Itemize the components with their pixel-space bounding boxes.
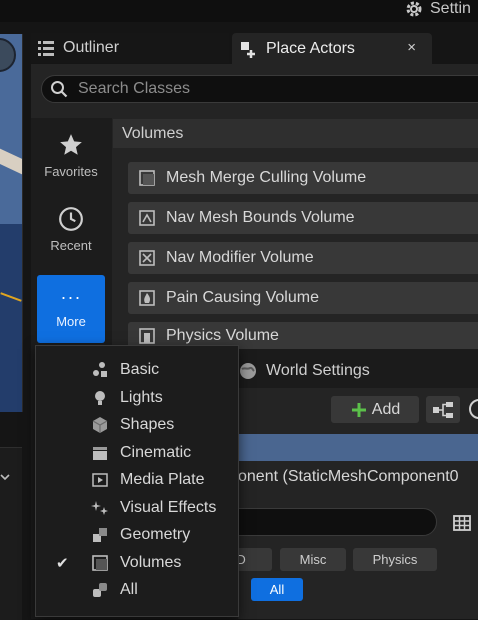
menu-item-label: Visual Effects xyxy=(120,499,217,516)
actor-mesh-merge-culling-volume[interactable]: Mesh Merge Culling Volume xyxy=(128,162,478,194)
component-name: onent (StaticMeshComponent0 xyxy=(238,468,459,485)
menu-item-label: Geometry xyxy=(120,526,191,543)
history-icon xyxy=(469,399,478,419)
tab-place-actors-label: Place Actors xyxy=(266,39,355,57)
actor-label: Pain Causing Volume xyxy=(166,289,319,306)
filter-physics-button[interactable]: Physics xyxy=(353,548,437,571)
category-more-label: More xyxy=(56,314,86,329)
category-more[interactable]: ··· More xyxy=(37,275,105,343)
menu-item-cinematic[interactable]: Cinematic xyxy=(36,440,238,466)
menu-item-visual-effects[interactable]: Visual Effects xyxy=(36,495,238,521)
tab-outliner-label: Outliner xyxy=(63,39,120,56)
filter-misc-button[interactable]: Misc xyxy=(280,548,346,571)
actor-label: Nav Modifier Volume xyxy=(166,249,314,266)
tab-place-actors[interactable]: Place Actors × xyxy=(232,33,432,64)
physics-volume-icon xyxy=(139,327,155,344)
star-icon xyxy=(60,134,82,155)
blueprint-button[interactable] xyxy=(426,396,460,423)
search-icon xyxy=(51,81,68,98)
menu-item-label: All xyxy=(120,581,138,598)
globe-icon xyxy=(240,363,256,379)
category-favorites-label: Favorites xyxy=(44,164,98,179)
menu-item-basic[interactable]: Basic xyxy=(36,357,238,383)
selected-component-row[interactable] xyxy=(238,434,478,461)
nav-mesh-icon xyxy=(139,210,155,226)
actor-nav-modifier-volume[interactable]: Nav Modifier Volume xyxy=(128,242,478,274)
menu-item-media-plate[interactable]: Media Plate xyxy=(36,467,238,493)
menu-item-geometry[interactable]: Geometry xyxy=(36,522,238,548)
viewport-mesh xyxy=(0,146,22,176)
tab-world-settings-label: World Settings xyxy=(266,362,370,379)
actor-nav-mesh-bounds-volume[interactable]: Nav Mesh Bounds Volume xyxy=(128,202,478,234)
basic-icon xyxy=(93,362,107,377)
viewport-gizmo xyxy=(0,38,16,72)
menu-item-label: Basic xyxy=(120,361,160,378)
volumes-header-label: Volumes xyxy=(122,124,184,142)
clock-icon xyxy=(59,207,83,231)
menu-item-label: Shapes xyxy=(120,416,175,433)
chevron-down-icon[interactable] xyxy=(0,472,10,482)
all-classes-icon xyxy=(93,583,107,597)
checkmark-icon: ✔ xyxy=(56,555,69,572)
add-button-label: Add xyxy=(371,400,401,418)
category-recent-label: Recent xyxy=(50,238,92,253)
table-icon xyxy=(453,515,471,531)
clapperboard-icon xyxy=(93,447,107,460)
outliner-icon xyxy=(38,41,54,56)
media-play-icon xyxy=(92,473,108,487)
menu-item-label: Cinematic xyxy=(120,444,192,461)
nav-modifier-icon xyxy=(139,250,155,266)
gear-icon xyxy=(406,1,422,17)
actor-label: Mesh Merge Culling Volume xyxy=(166,169,367,186)
tab-outliner[interactable]: Outliner xyxy=(31,33,229,63)
volumes-header: Volumes xyxy=(113,119,478,148)
actor-label: Physics Volume xyxy=(166,326,279,344)
fire-icon xyxy=(139,290,155,306)
viewport-floor xyxy=(0,224,22,412)
actor-pain-causing-volume[interactable]: Pain Causing Volume xyxy=(128,282,478,314)
menu-item-label: Lights xyxy=(120,389,163,406)
cube-icon xyxy=(92,417,108,433)
menu-item-lights[interactable]: Lights xyxy=(36,385,238,411)
menu-item-label: Media Plate xyxy=(120,471,205,488)
search-box[interactable] xyxy=(41,75,478,103)
settings-label: Settin xyxy=(430,0,471,17)
place-actors-icon xyxy=(241,41,255,58)
menu-item-volumes[interactable]: ✔ Volumes xyxy=(36,550,238,576)
settings-button[interactable]: Settin xyxy=(404,0,478,18)
menu-item-label: Volumes xyxy=(120,554,182,571)
volume-icon xyxy=(139,170,155,186)
add-component-button[interactable]: Add xyxy=(331,396,419,423)
category-recent[interactable]: Recent xyxy=(37,206,105,274)
menu-item-shapes[interactable]: Shapes xyxy=(36,412,238,438)
plus-icon xyxy=(351,402,366,417)
tab-world-settings[interactable]: World Settings xyxy=(238,355,438,387)
history-button[interactable] xyxy=(467,398,478,420)
hierarchy-icon xyxy=(433,401,453,418)
property-matrix-button[interactable] xyxy=(453,514,471,532)
search-input[interactable] xyxy=(76,79,460,99)
more-dots-icon: ··· xyxy=(60,287,82,307)
category-favorites[interactable]: Favorites xyxy=(37,132,105,200)
close-tab-button[interactable]: × xyxy=(407,39,416,56)
geometry-icon xyxy=(93,528,107,542)
actor-label: Nav Mesh Bounds Volume xyxy=(166,209,355,226)
filter-all-button[interactable]: All xyxy=(251,578,303,601)
lightbulb-icon xyxy=(95,391,105,405)
sparkles-icon xyxy=(91,501,108,515)
menu-item-all[interactable]: All xyxy=(36,577,238,603)
level-viewport[interactable] xyxy=(0,34,23,412)
volume-icon xyxy=(92,555,108,571)
